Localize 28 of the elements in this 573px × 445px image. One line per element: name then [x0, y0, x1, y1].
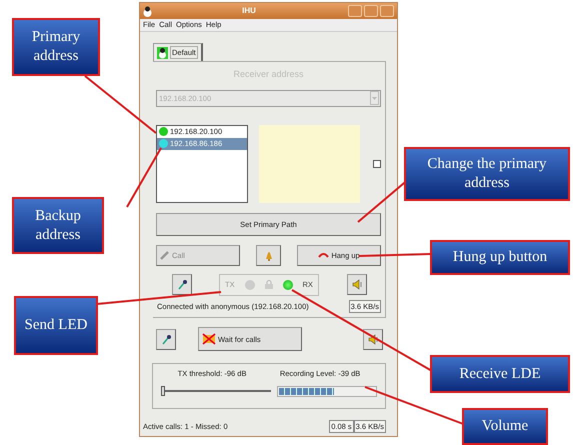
- annotation-callout: Send LED: [14, 296, 98, 355]
- annotation-callout: Primary address: [12, 18, 100, 76]
- penguin-icon: [157, 46, 168, 59]
- speaker-button[interactable]: [347, 274, 367, 296]
- leader-line: [126, 148, 162, 208]
- phone-icon: [318, 252, 330, 258]
- speaker-icon: [368, 334, 378, 345]
- window-title: IHU: [241, 5, 257, 17]
- phone-icon: [160, 250, 170, 260]
- microphone-button[interactable]: [172, 274, 192, 296]
- checkbox[interactable]: [373, 160, 381, 168]
- annotation-callout: Change the primary address: [404, 147, 570, 201]
- lock-icon: [264, 280, 273, 290]
- annotation-callout: Receive LDE: [430, 355, 570, 393]
- bell-icon: [264, 250, 272, 261]
- annotation-callout: Backup address: [12, 197, 104, 254]
- microphone-icon: [162, 334, 170, 345]
- dropdown-icon: [370, 91, 379, 106]
- leader-line: [358, 253, 430, 257]
- slider-thumb[interactable]: [161, 386, 165, 396]
- speaker-icon: [352, 279, 362, 290]
- annotation-callout: Hung up button: [430, 240, 570, 275]
- microphone-icon: [178, 279, 186, 290]
- cancel-icon: [202, 333, 216, 346]
- bell-button[interactable]: [256, 244, 281, 266]
- app-icon: [143, 6, 152, 16]
- microphone-button[interactable]: [156, 328, 176, 350]
- annotation-callout: Volume: [462, 408, 548, 445]
